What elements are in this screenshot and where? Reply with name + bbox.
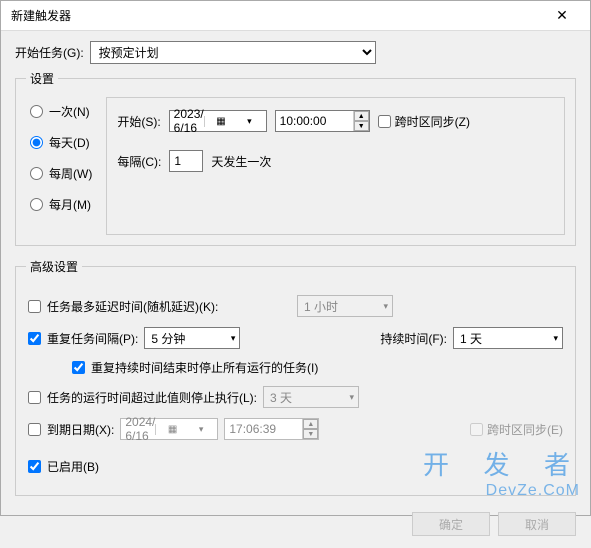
radio-daily[interactable]: 每天(D) (30, 134, 92, 151)
settings-legend: 设置 (26, 70, 58, 87)
schedule-box: 开始(S): 2023/ 6/16 ▦ ▾ 10:00:00 ▲ ▼ (106, 97, 565, 235)
advanced-legend: 高级设置 (26, 258, 82, 275)
time-spinner: ▲ ▼ (302, 419, 318, 439)
interval-input[interactable] (169, 150, 203, 172)
expire-checkbox[interactable]: 到期日期(X): (28, 421, 114, 438)
close-button[interactable]: ✕ (542, 5, 582, 27)
radio-daily-input[interactable] (30, 136, 43, 149)
time-spinner[interactable]: ▲ ▼ (353, 111, 369, 131)
expire-time-input: 17:06:39 ▲ ▼ (224, 418, 319, 440)
repeat-input[interactable] (28, 332, 41, 345)
chevron-down-icon: ▾ (347, 392, 356, 403)
spinner-down-icon[interactable]: ▼ (354, 121, 369, 131)
duration-combo[interactable]: 1 天 ▾ (453, 327, 563, 349)
stop-over-input[interactable] (28, 391, 41, 404)
settings-fieldset: 设置 一次(N) 每天(D) 每周(W) (15, 70, 576, 246)
stop-end-checkbox[interactable]: 重复持续时间结束时停止所有运行的任务(I) (72, 359, 318, 376)
duration-label: 持续时间(F): (380, 330, 447, 347)
start-task-select[interactable]: 按预定计划 (90, 41, 376, 64)
stop-end-input[interactable] (72, 361, 85, 374)
window-title: 新建触发器 (11, 7, 71, 24)
radio-monthly-input[interactable] (30, 198, 43, 211)
radio-monthly[interactable]: 每月(M) (30, 196, 92, 213)
delay-checkbox[interactable]: 任务最多延迟时间(随机延迟)(K): (28, 298, 218, 315)
repeat-combo[interactable]: 5 分钟 ▾ (144, 327, 240, 349)
enabled-input[interactable] (28, 460, 41, 473)
start-date-input[interactable]: 2023/ 6/16 ▦ ▾ (169, 110, 267, 132)
calendar-icon: ▦ (155, 424, 186, 435)
stop-over-checkbox[interactable]: 任务的运行时间超过此值则停止执行(L): (28, 389, 257, 406)
chevron-down-icon: ▾ (187, 424, 215, 435)
calendar-icon[interactable]: ▦ (204, 116, 235, 127)
close-icon: ✕ (556, 7, 568, 24)
chevron-down-icon: ▾ (381, 301, 390, 312)
start-label: 开始(S): (117, 113, 160, 130)
expire-input[interactable] (28, 423, 41, 436)
expire-date-input: 2024/ 6/16 ▦ ▾ (120, 418, 218, 440)
spinner-up-icon[interactable]: ▲ (354, 111, 369, 121)
delay-combo: 1 小时 ▾ (297, 295, 393, 317)
spinner-down-icon: ▼ (303, 429, 318, 439)
radio-once-input[interactable] (30, 105, 43, 118)
delay-input[interactable] (28, 300, 41, 313)
chevron-down-icon[interactable]: ▾ (229, 333, 238, 344)
start-time-input[interactable]: 10:00:00 ▲ ▼ (275, 110, 370, 132)
titlebar: 新建触发器 ✕ (1, 1, 590, 31)
tz-sync-checkbox[interactable]: 跨时区同步(Z) (378, 113, 470, 130)
enabled-checkbox[interactable]: 已启用(B) (28, 458, 99, 475)
radio-weekly[interactable]: 每周(W) (30, 165, 92, 182)
start-task-label: 开始任务(G): (15, 44, 84, 61)
expire-tz-input (470, 423, 483, 436)
interval-label: 每隔(C): (117, 153, 161, 170)
spinner-up-icon: ▲ (303, 419, 318, 429)
expire-tz-checkbox: 跨时区同步(E) (470, 421, 563, 438)
chevron-down-icon[interactable]: ▾ (551, 333, 560, 344)
advanced-fieldset: 高级设置 任务最多延迟时间(随机延迟)(K): 1 小时 ▾ 重复任务间隔(P)… (15, 258, 576, 496)
tz-sync-input[interactable] (378, 115, 391, 128)
interval-suffix: 天发生一次 (211, 153, 271, 170)
radio-once[interactable]: 一次(N) (30, 103, 92, 120)
repeat-checkbox[interactable]: 重复任务间隔(P): (28, 330, 138, 347)
stop-over-combo: 3 天 ▾ (263, 386, 359, 408)
chevron-down-icon[interactable]: ▾ (235, 116, 263, 127)
radio-weekly-input[interactable] (30, 167, 43, 180)
